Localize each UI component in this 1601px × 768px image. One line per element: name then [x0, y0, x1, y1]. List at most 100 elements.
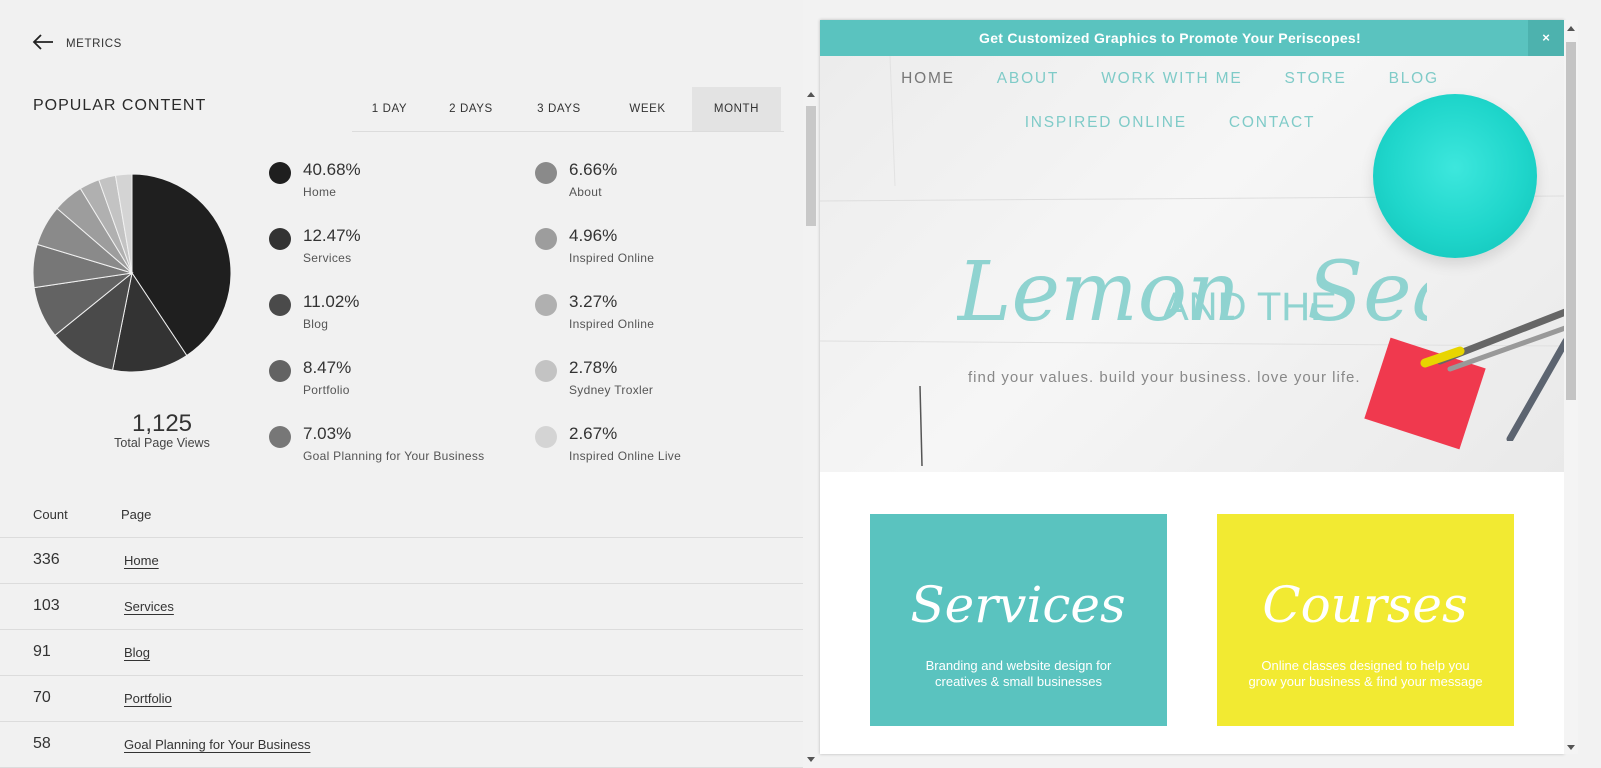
- main-nav: HOME ABOUT WORK WITH ME STORE BLOG: [820, 70, 1520, 88]
- legend-swatch: [535, 162, 557, 184]
- legend-item: 8.47% Portfolio: [269, 358, 351, 397]
- legend-swatch: [269, 162, 291, 184]
- legend-item: 4.96% Inspired Online: [535, 226, 654, 265]
- row-page-link[interactable]: Home: [124, 553, 159, 568]
- courses-card-description: Online classes designed to help you grow…: [1248, 658, 1483, 689]
- site-tagline: find your values. build your business. l…: [968, 369, 1361, 386]
- table-row: 58 Goal Planning for Your Business: [0, 722, 803, 768]
- legend-percent: 2.67%: [569, 424, 618, 443]
- legend-page: Portfolio: [303, 383, 350, 397]
- row-count: 70: [33, 689, 51, 706]
- legend-percent: 12.47%: [303, 226, 361, 245]
- metrics-panel: METRICS POPULAR CONTENT 1 DAY 2 DAYS 3 D…: [0, 0, 803, 768]
- tab-month[interactable]: MONTH: [692, 87, 781, 131]
- legend-percent: 40.68%: [303, 160, 361, 179]
- legend-swatch: [535, 228, 557, 250]
- scroll-up-arrow-icon[interactable]: [807, 92, 815, 97]
- arrow-left-icon: [32, 30, 56, 57]
- svg-text:Courses: Courses: [1262, 576, 1467, 634]
- row-page-link[interactable]: Portfolio: [124, 691, 172, 706]
- legend-page: Sydney Troxler: [569, 383, 654, 397]
- preview-scrollbar-thumb[interactable]: [1566, 42, 1576, 400]
- legend-page: Services: [303, 251, 352, 265]
- legend-page: Inspired Online: [569, 251, 655, 265]
- row-page-link[interactable]: Goal Planning for Your Business: [124, 737, 310, 752]
- total-page-views: 1,125 Total Page Views: [100, 410, 224, 450]
- table-row: 336 Home: [0, 538, 803, 584]
- legend-page: Goal Planning for Your Business: [303, 449, 485, 463]
- pens-image: [1420, 308, 1564, 441]
- row-count: 103: [33, 597, 60, 614]
- legend-percent: 11.02%: [303, 292, 360, 311]
- nav-contact[interactable]: CONTACT: [1229, 114, 1315, 132]
- nav-inspired-online[interactable]: INSPIRED ONLINE: [1025, 114, 1187, 132]
- nav-about[interactable]: ABOUT: [997, 70, 1059, 88]
- legend-swatch: [269, 360, 291, 382]
- preview-scroll-down-icon[interactable]: [1567, 745, 1575, 750]
- legend-item: 3.27% Inspired Online: [535, 292, 654, 331]
- legend-item: 2.78% Sydney Troxler: [535, 358, 653, 397]
- svg-text:Services: Services: [910, 576, 1125, 634]
- total-page-views-value: 1,125: [131, 410, 193, 437]
- tab-3-days[interactable]: 3 DAYS: [515, 87, 603, 131]
- legend-page: Blog: [303, 317, 329, 331]
- tab-week[interactable]: WEEK: [603, 87, 692, 131]
- legend-swatch: [269, 228, 291, 250]
- legend-percent: 7.03%: [303, 424, 352, 443]
- scrollbar-thumb[interactable]: [806, 106, 816, 226]
- legend-swatch: [269, 426, 291, 448]
- legend-percent: 3.27%: [569, 292, 618, 311]
- row-count: 336: [33, 551, 60, 568]
- nav-store[interactable]: STORE: [1284, 70, 1346, 88]
- count-column-header[interactable]: Count: [33, 507, 68, 522]
- legend-page: About: [569, 185, 602, 199]
- announcement-text[interactable]: Get Customized Graphics to Promote Your …: [820, 20, 1520, 56]
- time-range-tabs: 1 DAY 2 DAYS 3 DAYS WEEK MONTH: [352, 87, 784, 132]
- legend-item: 2.67% Inspired Online Live: [535, 424, 681, 463]
- legend-swatch: [535, 294, 557, 316]
- announcement-banner: Get Customized Graphics to Promote Your …: [820, 20, 1564, 56]
- services-card-title: Services: [910, 576, 1125, 634]
- site-preview: Get Customized Graphics to Promote Your …: [820, 20, 1564, 754]
- row-page-link[interactable]: Blog: [124, 645, 150, 660]
- nav-home[interactable]: HOME: [901, 70, 955, 88]
- table-row: 103 Services: [0, 584, 803, 630]
- metrics-scrollbar[interactable]: [805, 92, 817, 762]
- hero-banner: HOME ABOUT WORK WITH ME STORE BLOG INSPIRED …: [820, 56, 1564, 472]
- courses-card[interactable]: Courses Online classes designed to help …: [1217, 514, 1514, 726]
- legend-item: 7.03% Goal Planning for Your Business: [269, 424, 484, 463]
- legend-percent: 2.78%: [569, 358, 618, 377]
- row-page-link[interactable]: Services: [124, 599, 174, 614]
- legend-percent: 8.47%: [303, 358, 352, 377]
- services-card-description: Branding and website design for creative…: [925, 658, 1112, 689]
- legend-percent: 6.66%: [569, 160, 618, 179]
- back-to-metrics-button[interactable]: METRICS: [32, 30, 122, 57]
- services-card[interactable]: Services Branding and website design for…: [870, 514, 1167, 726]
- page-column-header[interactable]: Page: [121, 507, 151, 522]
- legend-page: Home: [303, 185, 337, 199]
- scroll-down-arrow-icon[interactable]: [807, 757, 815, 762]
- legend-swatch: [535, 426, 557, 448]
- legend-item: 11.02% Blog: [269, 292, 359, 331]
- preview-scroll-up-icon[interactable]: [1567, 26, 1575, 31]
- table-header: Count Page: [0, 505, 803, 538]
- legend-item: 12.47% Services: [269, 226, 361, 265]
- close-icon[interactable]: ×: [1528, 20, 1564, 56]
- row-count: 58: [33, 735, 51, 752]
- popular-content-pie-chart: [32, 173, 232, 373]
- nav-blog[interactable]: BLOG: [1389, 70, 1439, 88]
- courses-card-title: Courses: [1262, 576, 1467, 634]
- legend-item: 40.68% Home: [269, 160, 361, 199]
- table-row: 70 Portfolio: [0, 676, 803, 722]
- legend-swatch: [535, 360, 557, 382]
- tab-1-day[interactable]: 1 DAY: [352, 87, 427, 131]
- tab-2-days[interactable]: 2 DAYS: [427, 87, 515, 131]
- logo-part-sea: Sea: [1307, 245, 1427, 340]
- preview-scrollbar[interactable]: [1564, 20, 1578, 754]
- nav-work-with-me[interactable]: WORK WITH ME: [1101, 70, 1242, 88]
- legend-page: Inspired Online: [569, 317, 655, 331]
- legend-percent: 4.96%: [569, 226, 618, 245]
- legend-item: 6.66% About: [535, 160, 617, 199]
- legend-page: Inspired Online Live: [569, 449, 682, 463]
- row-count: 91: [33, 643, 51, 660]
